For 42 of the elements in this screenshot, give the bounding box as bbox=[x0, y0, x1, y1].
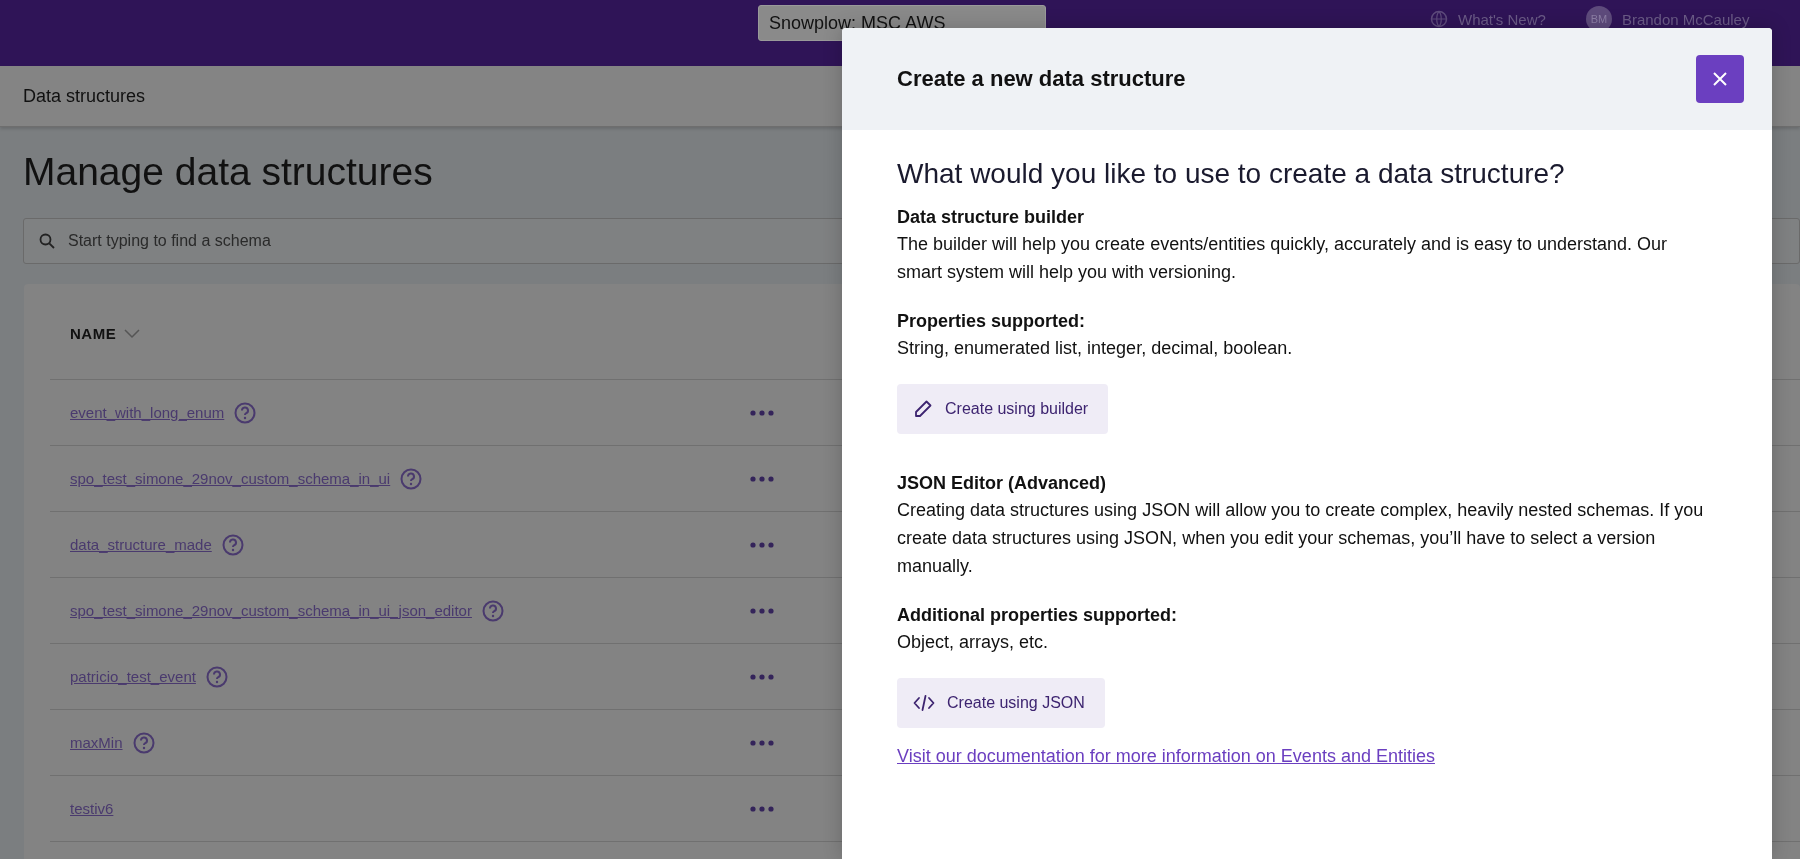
help-icon bbox=[132, 731, 155, 754]
code-icon bbox=[913, 694, 935, 712]
chevron-down-icon[interactable] bbox=[124, 328, 141, 339]
documentation-link[interactable]: Visit our documentation for more information on Events and Entities bbox=[897, 746, 1435, 767]
page-title: Manage data structures bbox=[22, 149, 433, 195]
search-icon bbox=[39, 233, 55, 249]
more-options-icon[interactable] bbox=[750, 409, 774, 416]
help-icon bbox=[205, 665, 228, 688]
modal-title: Create a new data structure bbox=[897, 66, 1186, 92]
globe-icon bbox=[1430, 10, 1448, 28]
help-icon bbox=[481, 599, 504, 622]
close-icon bbox=[1712, 71, 1728, 87]
section-description: Creating data structures using JSON will allow you to create complex, heavily nested schemas. If you create data structures using JSON, when you edit your schemas, you’ll have to select a version manually. bbox=[897, 499, 1705, 578]
schema-link[interactable]: data_structure_made bbox=[70, 536, 212, 553]
more-options-icon[interactable] bbox=[750, 607, 774, 614]
more-options-icon[interactable] bbox=[750, 673, 774, 680]
schema-link[interactable]: maxMin bbox=[70, 734, 123, 751]
more-options-icon[interactable] bbox=[750, 805, 774, 812]
section-subtitle: Properties supported: bbox=[897, 310, 1087, 333]
help-icon bbox=[234, 401, 257, 424]
close-button[interactable] bbox=[1696, 55, 1744, 103]
create-builder-button[interactable]: Create using builder bbox=[897, 384, 1109, 434]
user-name[interactable]: Brandon McCauley bbox=[1621, 10, 1750, 28]
help-icon bbox=[400, 467, 423, 490]
supported-properties: Object, arrays, etc. bbox=[897, 631, 1050, 654]
schema-link[interactable]: event_with_long_enum bbox=[70, 404, 225, 421]
supported-properties: String, enumerated list, integer, decimal, boolean. bbox=[897, 337, 1294, 360]
modal-heading: What would you like to use to create a data structure? bbox=[897, 157, 1566, 191]
whats-new-link[interactable]: What's New? bbox=[1458, 10, 1546, 28]
schema-link[interactable]: testiv6 bbox=[70, 800, 114, 817]
column-header[interactable]: NAME bbox=[70, 325, 117, 342]
section-subtitle: Additional properties supported: bbox=[897, 604, 1178, 627]
more-options-icon[interactable] bbox=[750, 475, 774, 482]
create-json-button[interactable]: Create using JSON bbox=[897, 678, 1105, 728]
schema-link[interactable]: patricio_test_event bbox=[70, 668, 196, 685]
more-options-icon[interactable] bbox=[750, 739, 774, 746]
schema-link[interactable]: spo_test_simone_29nov_custom_schema_in_ui_json_editor bbox=[70, 602, 472, 619]
more-options-icon[interactable] bbox=[750, 541, 774, 548]
help-icon bbox=[221, 533, 244, 556]
pencil-icon bbox=[913, 399, 933, 419]
section-title: JSON Editor (Advanced) bbox=[897, 472, 1108, 495]
schema-link[interactable]: spo_test_simone_29nov_custom_schema_in_ui bbox=[70, 470, 391, 487]
